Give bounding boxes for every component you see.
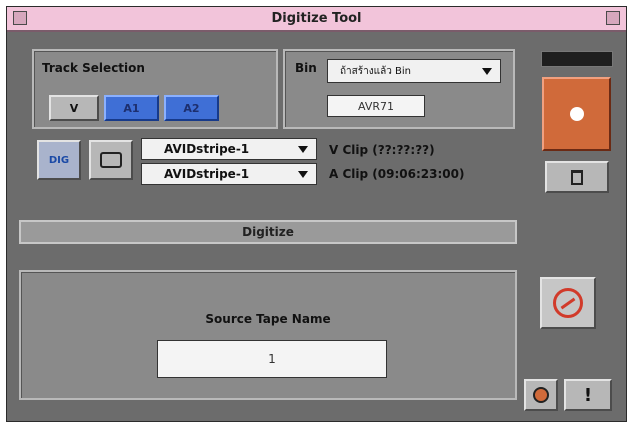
digitize-button[interactable]: Digitize <box>19 220 517 244</box>
source-tape-field[interactable]: 1 <box>157 340 387 378</box>
digitize-tool-window: Digitize Tool Track Selection V A1 A2 Bi… <box>6 6 627 422</box>
dig-icon: DIG <box>48 154 70 166</box>
dig-mode-button[interactable]: DIG <box>37 140 81 180</box>
mute-audio-button[interactable] <box>540 277 596 329</box>
title-bar[interactable]: Digitize Tool <box>7 7 626 32</box>
info-icon <box>533 387 549 403</box>
record-icon <box>569 107 584 121</box>
bin-label: Bin <box>295 61 317 75</box>
track-selection-label: Track Selection <box>42 61 145 75</box>
v-clip-label: V Clip (??:??:??) <box>329 143 435 157</box>
delete-button[interactable] <box>545 161 609 193</box>
stack-mode-button[interactable] <box>89 140 133 180</box>
track-a1-button[interactable]: A1 <box>104 95 159 121</box>
source-tape-panel: Source Tape Name 1 <box>19 270 517 400</box>
info-button[interactable] <box>524 379 558 411</box>
chevron-down-icon <box>298 171 308 178</box>
bin-select-value: ถ้าสร้างแล้ว Bin <box>340 65 411 77</box>
no-audio-icon <box>553 288 583 318</box>
bin-name-field[interactable]: AVR71 <box>327 95 425 117</box>
chevron-down-icon <box>298 146 308 153</box>
a-clip-label: A Clip (09:06:23:00) <box>329 167 465 181</box>
trash-icon <box>571 169 583 185</box>
track-a2-button[interactable]: A2 <box>164 95 219 121</box>
bin-select[interactable]: ถ้าสร้างแล้ว Bin <box>327 59 501 83</box>
track-v-button[interactable]: V <box>49 95 99 121</box>
chevron-down-icon <box>482 68 492 75</box>
record-button[interactable] <box>542 77 611 151</box>
video-source-value: AVIDstripe-1 <box>164 142 250 156</box>
track-selection-panel: Track Selection V A1 A2 <box>32 49 278 129</box>
window-title: Digitize Tool <box>271 11 362 26</box>
bin-panel: Bin ถ้าสร้างแล้ว Bin AVR71 <box>283 49 515 129</box>
stack-icon <box>100 152 122 168</box>
audio-source-select[interactable]: AVIDstripe-1 <box>141 163 317 185</box>
video-source-select[interactable]: AVIDstripe-1 <box>141 138 317 160</box>
source-tape-label: Source Tape Name <box>205 312 331 326</box>
audio-source-value: AVIDstripe-1 <box>164 167 250 181</box>
status-bar <box>541 51 613 67</box>
alert-icon: ! <box>583 384 593 406</box>
alert-button[interactable]: ! <box>564 379 612 411</box>
zoom-box-button[interactable] <box>606 11 620 25</box>
